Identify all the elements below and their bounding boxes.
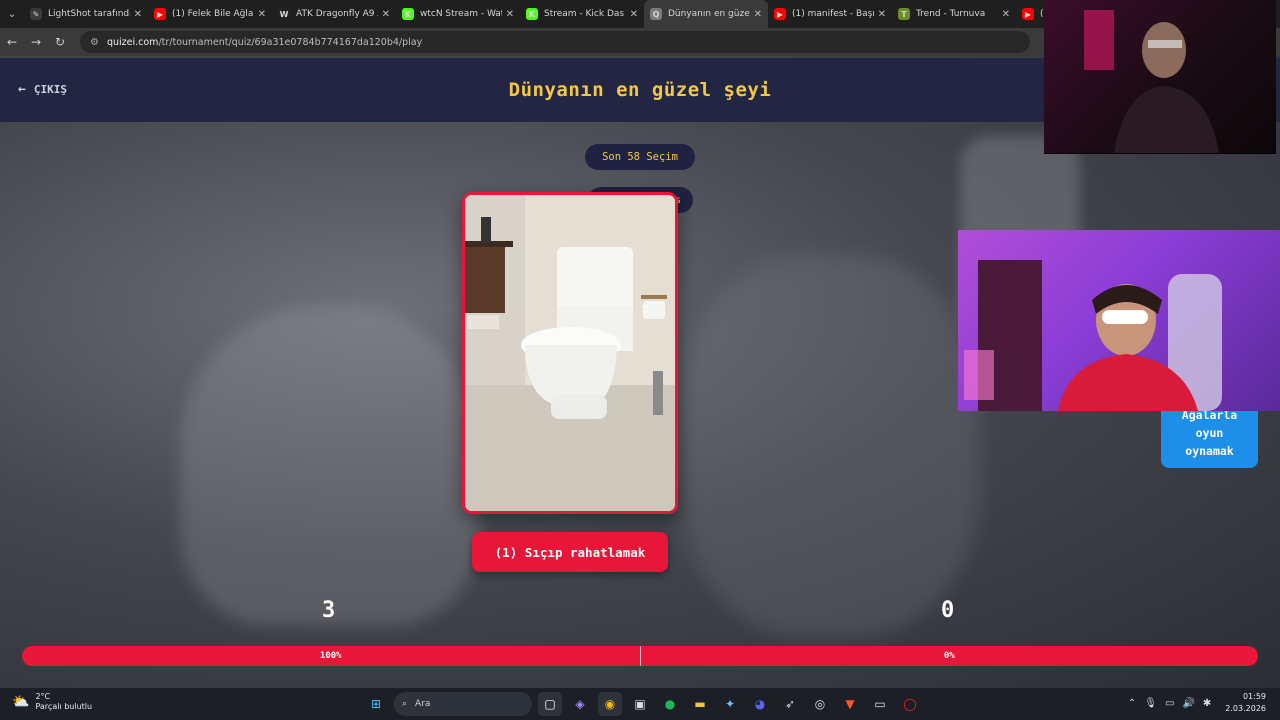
background-blur <box>180 306 480 626</box>
tab-favicon-icon: ▶ <box>1022 8 1034 20</box>
tab-favicon-icon: ▶ <box>154 8 166 20</box>
tab-title: (1) manifest - Başrol <box>792 9 874 19</box>
back-icon[interactable]: ← <box>0 28 24 56</box>
tab-favicon-icon: T <box>898 8 910 20</box>
tab-title: Trend - Turnuva <box>916 9 986 19</box>
webcam-person-image <box>964 260 1222 411</box>
toilet-image <box>465 195 675 511</box>
tab-favicon-icon: K <box>526 8 538 20</box>
bluetooth-icon[interactable]: ✱ <box>1203 698 1211 709</box>
url-path: /tr/tournament/quiz/69a31e0784b774167da1… <box>158 36 423 48</box>
discord-icon[interactable]: ◕ <box>748 692 772 716</box>
exit-button[interactable]: ← ÇIKIŞ <box>18 82 67 97</box>
vote-progress-bar: 100% 0% <box>22 646 1258 666</box>
tab-close-icon[interactable]: ✕ <box>754 9 762 20</box>
url-host: quizei.com <box>106 36 159 48</box>
quiz-title: Dünyanın en güzel şeyi <box>508 79 772 101</box>
site-info-icon[interactable]: ⚙ <box>90 37 99 48</box>
clock-time: 01:59 <box>1242 692 1266 701</box>
tab-title: Stream - Kick Das <box>544 9 625 19</box>
tab-close-icon[interactable]: ✕ <box>134 9 142 20</box>
tab-close-icon[interactable]: ✕ <box>630 9 638 20</box>
taskbar-search-input[interactable]: ⌕ Ara <box>394 692 532 716</box>
tab-title: wtcN Stream - Watch <box>420 9 502 19</box>
volume-icon[interactable]: 🔊 <box>1182 698 1194 709</box>
forward-icon[interactable]: → <box>24 28 48 56</box>
weather-widget[interactable]: ⛅ 2°C Parçalı bulutlu <box>12 692 92 712</box>
tab-title: Dünyanın en güzel şe <box>668 9 750 19</box>
reload-icon[interactable]: ↻ <box>48 28 72 56</box>
spotify-icon[interactable]: ● <box>658 692 682 716</box>
browser-tab[interactable]: ▶ (1) manifest - Başrol ✕ <box>768 0 892 28</box>
tab-favicon-icon: W <box>278 8 290 20</box>
browser-tab[interactable]: Q Dünyanın en güzel şe ✕ <box>644 0 768 28</box>
tab-close-icon[interactable]: ✕ <box>878 9 886 20</box>
round-pill: Son 58 Seçim <box>585 144 695 170</box>
tab-close-icon[interactable]: ✕ <box>506 9 514 20</box>
microphone-icon[interactable]: 🎙 <box>1144 698 1157 709</box>
partly-cloudy-icon: ⛅ <box>12 694 30 710</box>
network-icon[interactable]: ▭ <box>1165 698 1174 709</box>
tab-favicon-icon: Q <box>650 8 662 20</box>
windows-taskbar: ⛅ 2°C Parçalı bulutlu ⊞ ⌕ Ara ▢ ◈ ◉ ▣ ● … <box>0 688 1280 720</box>
browser-tab[interactable]: ▶ (1) Felek Bile Ağlar Ol ✕ <box>148 0 272 28</box>
score-left: 3 <box>322 598 336 623</box>
chrome-icon[interactable]: ◉ <box>598 692 622 716</box>
tab-title: ATK Dragonfly A9 Air <box>296 9 378 19</box>
progress-right-label: 0% <box>943 651 955 661</box>
progress-left-label: 100% <box>319 651 342 661</box>
tab-close-icon[interactable]: ✕ <box>1002 9 1010 20</box>
windows-start-icon[interactable]: ⊞ <box>364 692 388 716</box>
copilot-icon[interactable]: ◈ <box>568 692 592 716</box>
steam-icon[interactable]: ➶ <box>778 692 802 716</box>
background-blur <box>680 256 980 636</box>
clock-date: 2.03.2026 <box>1225 704 1266 713</box>
play-btn-line2: oyun <box>1195 426 1224 440</box>
tab-search-menu-icon[interactable]: ⌄ <box>0 0 24 28</box>
browser-tab[interactable]: KwtcN Stream - Watch ✕ <box>396 0 520 28</box>
weather-temp: 2°C <box>35 692 51 701</box>
tab-favicon-icon: K <box>402 8 414 20</box>
play-btn-line3: oynamak <box>1185 444 1234 458</box>
obs-icon[interactable]: ◎ <box>808 692 832 716</box>
search-icon: ⌕ <box>402 699 408 709</box>
webcam-overlay-top <box>1044 0 1276 154</box>
weather-desc: Parçalı bulutlu <box>35 702 93 711</box>
webcam-overlay-side <box>958 230 1280 411</box>
tab-favicon-icon: ✎ <box>30 8 42 20</box>
hand-cursor-icon: ☝ <box>641 300 650 316</box>
browser-tab[interactable]: W ATK Dragonfly A9 Air ✕ <box>272 0 396 28</box>
notes-app-icon[interactable]: ▣ <box>628 692 652 716</box>
system-tray: ⌃ 🎙 ▭ 🔊 ✱ 01:59 2.03.2026 <box>1128 691 1266 715</box>
browser-tab[interactable]: K Stream - Kick Das ✕ <box>520 0 644 28</box>
choice-image-card[interactable] <box>462 192 678 514</box>
file-explorer-icon[interactable]: ▬ <box>688 692 712 716</box>
tab-close-icon[interactable]: ✕ <box>258 9 266 20</box>
search-placeholder: Ara <box>415 699 431 709</box>
choice-label-button[interactable]: (1) Sıçıp rahatlamak <box>472 532 668 572</box>
browser-tab[interactable]: ✎ LightShot tarafından ✕ <box>24 0 148 28</box>
url-field[interactable]: ⚙ quizei.com /tr/tournament/quiz/69a31e0… <box>80 31 1030 53</box>
task-view-icon[interactable]: ▢ <box>538 692 562 716</box>
chevron-up-icon[interactable]: ⌃ <box>1128 698 1136 709</box>
tab-favicon-icon: ▶ <box>774 8 786 20</box>
arrow-left-icon: ← <box>18 82 26 97</box>
brave-icon[interactable]: ▼ <box>838 692 862 716</box>
terminal-icon[interactable]: ▭ <box>868 692 892 716</box>
tab-title: (1) Felek Bile Ağlar Ol <box>172 9 254 19</box>
webcam-person-image <box>1084 10 1219 153</box>
tab-title: LightShot tarafından <box>48 9 130 19</box>
browser-tab[interactable]: T Trend - Turnuva ✕ <box>892 0 1016 28</box>
exit-label: ÇIKIŞ <box>33 83 67 96</box>
opera-icon[interactable]: ◯ <box>898 692 922 716</box>
play-with-agas-button[interactable]: Ağalarla oyun oynamak <box>1161 404 1258 468</box>
tab-close-icon[interactable]: ✕ <box>382 9 390 20</box>
app-icon[interactable]: ✦ <box>718 692 742 716</box>
clock[interactable]: 01:59 2.03.2026 <box>1225 691 1266 715</box>
score-right: 0 <box>941 598 955 623</box>
